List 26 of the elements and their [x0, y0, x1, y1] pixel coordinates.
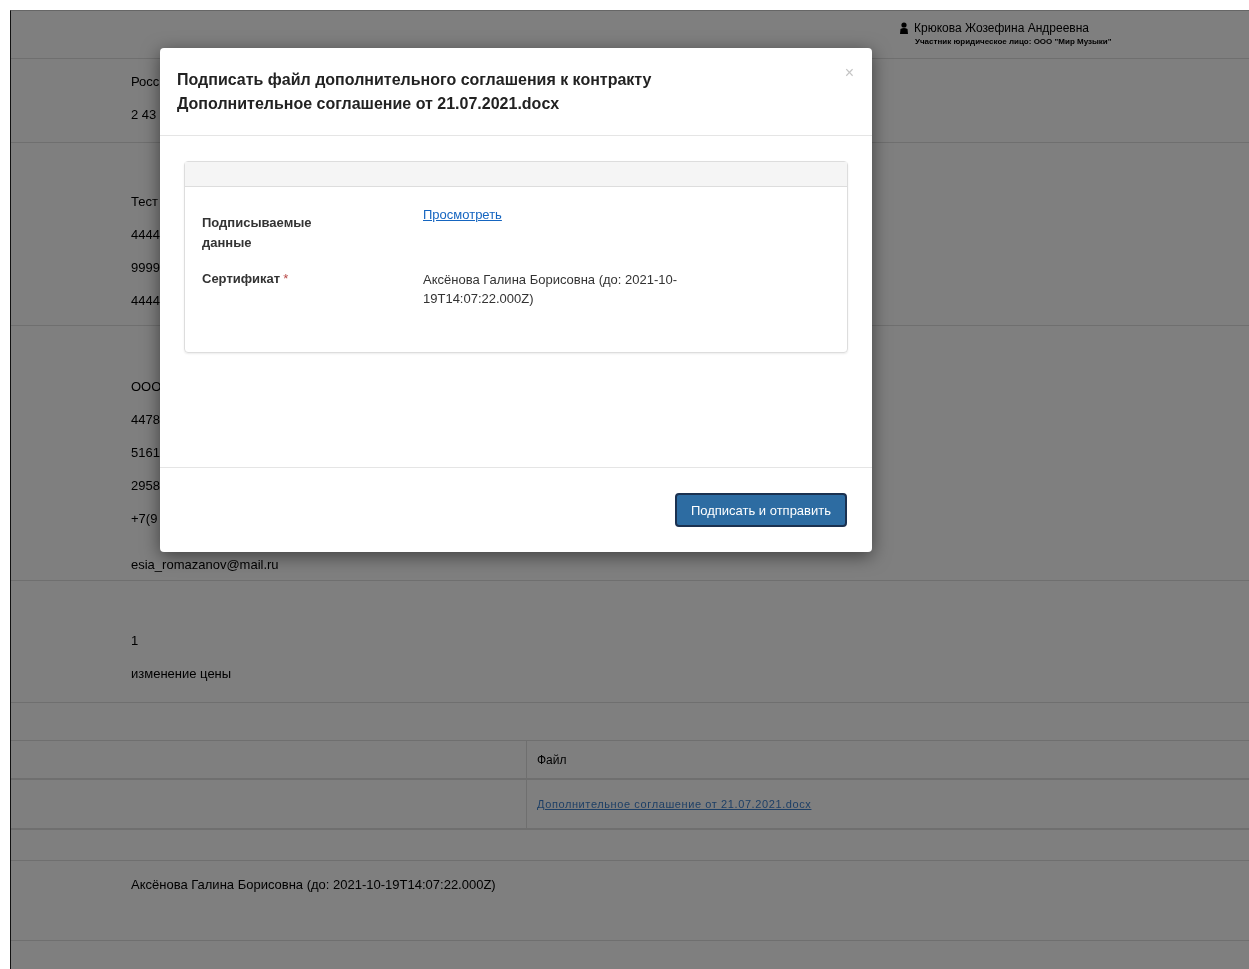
field-value: 2 43	[131, 107, 157, 122]
dialog-title: Дополнительное соглашение от 21.07.2021.docx	[177, 94, 561, 114]
field-value: +7(9	[131, 511, 158, 526]
sign-and-send-button[interactable]: Подписать и отправить	[674, 493, 847, 527]
field-label: Сертификат *	[202, 270, 290, 288]
view-link[interactable]: Просмотреть	[423, 207, 502, 222]
field-value: ООО	[131, 379, 162, 394]
field-value: Росс	[131, 74, 160, 89]
user-icon	[899, 22, 909, 34]
signer-certificate: Аксёнова Галина Борисовна (до: 2021-10-19T14:07:22.000Z)	[131, 877, 496, 892]
dialog-title: Подписать файл дополнительного соглашения к контракту	[177, 70, 653, 90]
user-name: Крюкова Жозефина Андреевна	[914, 21, 1090, 35]
field-value: 4444	[131, 227, 160, 242]
field-value: 9999	[131, 260, 160, 275]
field-value: 4444	[131, 293, 160, 308]
field-label: Подписываемые данные	[202, 214, 313, 252]
field-value: Тест	[131, 194, 158, 209]
field-value: изменение цены	[131, 666, 232, 681]
field-value: 4478	[131, 412, 160, 427]
field-value: 5161	[131, 445, 160, 460]
user-role: Участник юридическое лицо: ООО "Мир Музыки"	[915, 37, 1113, 46]
certificate-value: Аксёнова Галина Борисовна (до: 2021-10-19T14:07:22.000Z)	[423, 271, 679, 308]
field-value: 2958	[131, 478, 160, 493]
field-value: 1	[131, 633, 139, 648]
column-header: Файл	[537, 752, 567, 767]
field-value: esia_romazanov@mail.ru	[131, 557, 279, 572]
